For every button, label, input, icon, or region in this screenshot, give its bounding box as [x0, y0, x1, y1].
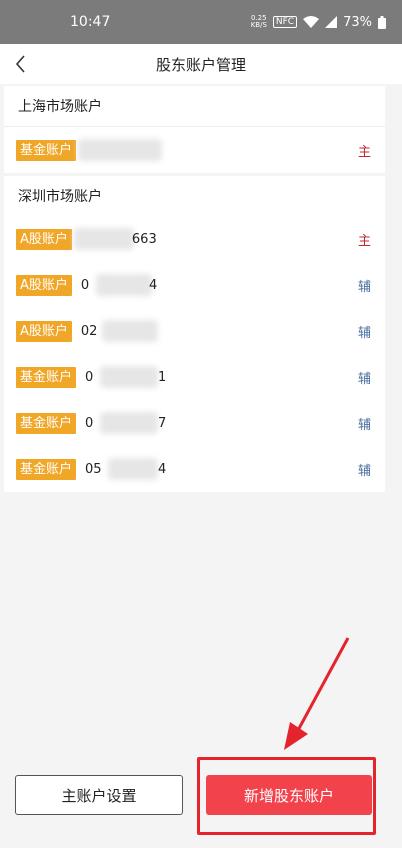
account-type-badge: A股账户: [16, 274, 72, 296]
status-icons: 0.25 KB/S NFC 73%: [251, 15, 386, 30]
nav-bar: 股东账户管理: [0, 44, 402, 84]
signal-icon: [325, 16, 338, 28]
account-number-suffix: 4: [149, 277, 158, 293]
account-number-suffix: 1: [158, 369, 167, 385]
shenzhen-section-title: 深圳市场账户: [18, 189, 102, 205]
battery-icon: [378, 15, 386, 29]
account-type-badge: A股账户: [16, 320, 72, 342]
page-title: 股东账户管理: [155, 55, 246, 74]
account-number: 0: [85, 415, 94, 431]
account-type-badge: A股账户: [16, 228, 72, 250]
account-number: 05: [85, 461, 102, 477]
account-row[interactable]: A股账户 0 4 辅: [4, 262, 385, 308]
account-number: 0: [80, 277, 90, 293]
account-row[interactable]: A股账户 02 辅: [4, 308, 385, 354]
status-time: 10:47: [70, 14, 111, 30]
masked-account-number: [74, 228, 134, 250]
masked-account-number: [102, 320, 158, 342]
account-number: 663: [131, 231, 157, 247]
annotation-arrow: [284, 637, 350, 750]
account-role: 主: [357, 144, 371, 160]
account-type-badge: 基金账户: [16, 412, 77, 434]
account-role: 辅: [357, 325, 371, 341]
account-row[interactable]: 基金账户 0 7 辅: [4, 400, 385, 446]
account-role: 辅: [357, 279, 371, 295]
masked-account-number: [108, 458, 158, 480]
battery-percent: 73%: [343, 14, 372, 30]
account-role: 辅: [357, 417, 371, 433]
account-type-badge: 基金账户: [16, 458, 77, 480]
account-role: 主: [357, 233, 371, 249]
account-type-badge: 基金账户: [16, 139, 77, 161]
masked-account-number: [78, 139, 162, 161]
shanghai-section-title: 上海市场账户: [18, 99, 102, 115]
account-row[interactable]: 基金账户 05 4 辅: [4, 446, 385, 492]
network-speed: 0.25 KB/S: [250, 14, 267, 29]
masked-account-number: [100, 412, 158, 434]
account-row[interactable]: 基金账户 主: [4, 127, 385, 173]
account-role: 辅: [357, 463, 371, 479]
nfc-icon: NFC: [272, 16, 298, 28]
wifi-icon: [303, 16, 320, 28]
account-number: 0: [85, 369, 94, 385]
masked-account-number: [100, 366, 158, 388]
account-number: 02: [80, 323, 98, 339]
account-number-suffix: 7: [158, 415, 167, 431]
account-role: 辅: [357, 371, 371, 387]
annotation-highlight-box: [197, 757, 376, 835]
back-arrow-icon[interactable]: [10, 52, 34, 76]
account-row[interactable]: A股账户 663 主: [4, 216, 385, 262]
account-number-suffix: 4: [158, 461, 167, 477]
masked-account-number: [96, 274, 152, 296]
shenzhen-account-section: 深圳市场账户 A股账户 663 主 A股账户 0 4 辅 A股账户 02 辅 基…: [4, 176, 385, 492]
account-row[interactable]: 基金账户 0 1 辅: [4, 354, 385, 400]
status-bar: 10:47 0.25 KB/S NFC 73%: [0, 0, 402, 44]
shanghai-account-section: 上海市场账户 基金账户 主: [4, 86, 385, 173]
account-type-badge: 基金账户: [16, 366, 77, 388]
primary-account-settings-button[interactable]: 主账户设置: [15, 775, 183, 815]
